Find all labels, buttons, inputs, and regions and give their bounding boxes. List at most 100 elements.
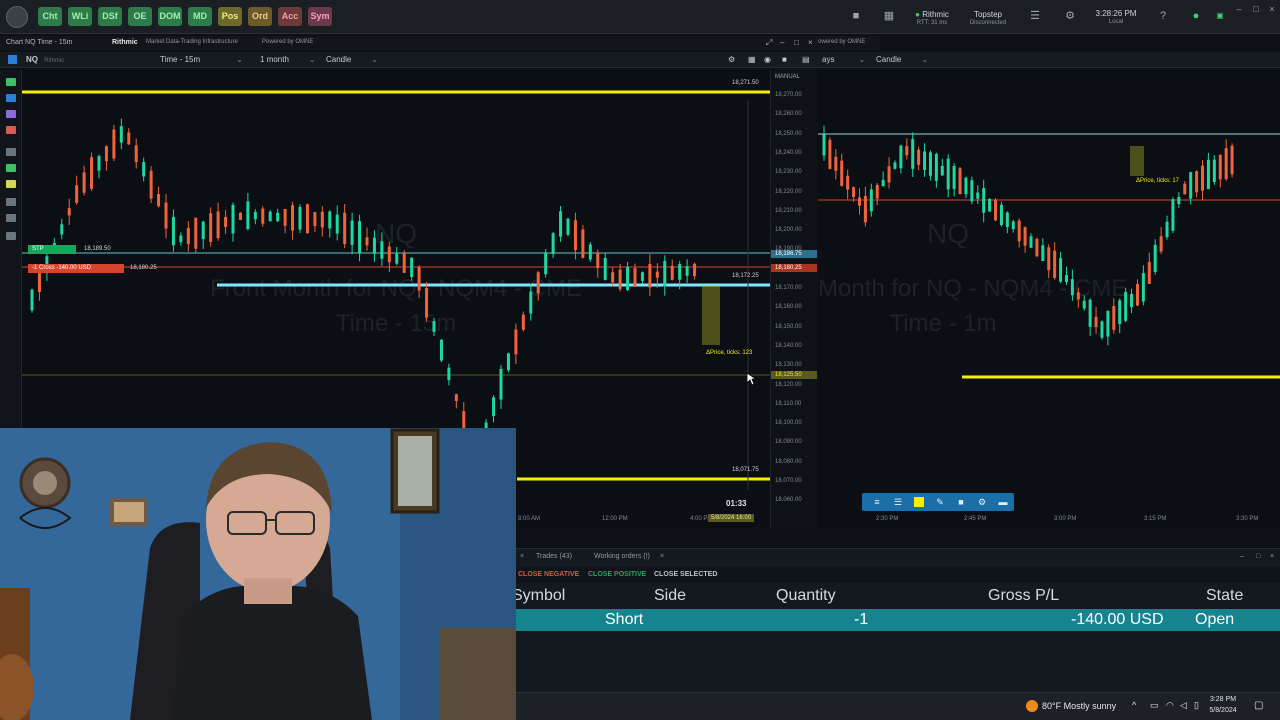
candle-body	[928, 152, 932, 176]
candle-body	[1082, 300, 1086, 309]
close-tab-icon[interactable]: ×	[520, 553, 524, 560]
candle-body	[179, 235, 183, 243]
close-icon[interactable]: ×	[1266, 3, 1278, 15]
settings-icon[interactable]: ⚙	[728, 55, 735, 64]
gear-icon[interactable]: ⚙	[1064, 10, 1076, 22]
right-style-value: Candle	[876, 55, 902, 64]
close-negative-button[interactable]: CLOSE NEGATIVE	[518, 571, 579, 578]
tray-chevron-icon[interactable]: ^	[1132, 700, 1136, 710]
trash-icon[interactable]: ▬	[998, 497, 1008, 507]
weather-icon[interactable]	[1026, 700, 1038, 712]
wifi-icon[interactable]: ◠	[1166, 700, 1174, 711]
toolbar-btn-dom[interactable]: DOM	[158, 7, 182, 26]
camera-icon[interactable]: ◉	[764, 55, 771, 64]
toolbar-btn-md[interactable]: MD	[188, 7, 212, 26]
cursor-tool-icon[interactable]	[6, 78, 16, 86]
window-restore-icon[interactable]: ▣	[1214, 10, 1226, 22]
network-icon[interactable]: ▭	[1150, 700, 1159, 711]
timeframe-selector[interactable]: Time - 15m ⌄	[160, 55, 243, 64]
taskbar-date[interactable]: 5/8/2024	[1206, 707, 1240, 714]
minimize-window-icon[interactable]: –	[780, 38, 784, 47]
list-icon[interactable]: ☰	[893, 497, 903, 507]
calendar-icon[interactable]: ▦	[883, 10, 895, 22]
line-tool-icon[interactable]	[6, 94, 16, 102]
rithmic-status[interactable]: ● Rithmic RTT: 31 ms	[912, 10, 952, 28]
volume-icon[interactable]: ◁	[1180, 700, 1187, 711]
price-axis[interactable]: MANUAL 18,270.00 18,260.00 18,250.00 18,240…	[770, 70, 818, 528]
toolbar-btn-dsf[interactable]: DSf	[98, 7, 122, 26]
candle-body	[988, 199, 992, 212]
col-side[interactable]: Side	[654, 587, 686, 605]
close-tab-icon[interactable]: ×	[660, 553, 664, 560]
brush-icon[interactable]: ✎	[935, 497, 945, 507]
toolbar-btn-acc[interactable]: Acc	[278, 7, 302, 26]
right-timeframe-selector[interactable]: ays ⌄	[822, 55, 865, 64]
candle-body	[1189, 172, 1193, 199]
rect-tool-icon[interactable]	[6, 198, 16, 206]
col-quantity[interactable]: Quantity	[776, 587, 836, 605]
pen-tool-icon[interactable]	[6, 164, 16, 172]
col-symbol[interactable]: Symbol	[512, 587, 565, 605]
candle-body	[246, 201, 250, 230]
table-row[interactable]: Short -1 -140.00 USD Open	[516, 609, 1280, 631]
user-icon[interactable]: ●	[1190, 10, 1202, 22]
candle-body	[923, 151, 927, 170]
text-tool-icon[interactable]	[6, 214, 16, 222]
chevron-down-icon: ⌄	[921, 55, 929, 64]
help-icon[interactable]: ?	[1157, 10, 1169, 22]
right-timeframe-value: ays	[822, 55, 835, 64]
sliders-icon[interactable]: ☰	[1029, 10, 1041, 22]
app-logo[interactable]	[6, 6, 28, 28]
layout-icon[interactable]: ▤	[802, 55, 810, 64]
toolbar-btn-cht[interactable]: Cht	[38, 7, 62, 26]
gear-icon[interactable]: ⚙	[977, 497, 987, 507]
col-gross-pl[interactable]: Gross P/L	[988, 587, 1059, 605]
close-selected-button[interactable]: CLOSE SELECTED	[654, 571, 717, 578]
col-state[interactable]: State	[1206, 587, 1243, 605]
x-current-tag: 5/8/2024 16:00	[708, 514, 755, 522]
position-tag[interactable]: -1 Cross -140.00 USD	[28, 264, 124, 273]
minimize-panel-icon[interactable]: –	[1240, 553, 1244, 560]
close-panel-icon[interactable]: ×	[1270, 553, 1274, 560]
taskbar-time[interactable]: 3:28 PM	[1206, 696, 1240, 703]
toolbar-btn-sym[interactable]: Sym	[308, 7, 332, 26]
lock-icon[interactable]: ■	[850, 10, 862, 22]
topstep-status[interactable]: Topstep Disconnected	[966, 10, 1010, 28]
chevron-down-icon: ⌄	[308, 55, 316, 64]
candle-body	[1195, 171, 1199, 193]
tab-trades[interactable]: Trades (43)	[536, 553, 572, 560]
ruler-tool-icon[interactable]	[6, 180, 16, 188]
close-positive-button[interactable]: CLOSE POSITIVE	[588, 571, 646, 578]
notification-icon[interactable]: ▢	[1254, 700, 1263, 711]
weather-text[interactable]: 80°F Mostly sunny	[1042, 701, 1116, 711]
stp-order-tag[interactable]: STP	[28, 245, 76, 254]
lock-icon[interactable]: ■	[956, 497, 966, 507]
fib-tool-icon[interactable]	[6, 148, 16, 156]
menu-icon[interactable]: ≡	[872, 497, 882, 507]
panel-toggle-icon[interactable]	[8, 55, 17, 64]
toolbar-btn-oe[interactable]: OE	[128, 7, 152, 26]
record-icon[interactable]: ■	[782, 55, 787, 64]
powered-by: Powered by OMNE	[262, 39, 314, 45]
toolbar-btn-pos[interactable]: Pos	[218, 7, 242, 26]
right-style-selector[interactable]: Candle ⌄	[876, 55, 928, 64]
symbol-selector[interactable]: NQ Rithmic	[26, 55, 64, 64]
highlight-icon[interactable]	[914, 497, 924, 507]
close-window-icon[interactable]: ×	[808, 38, 813, 47]
toolbar-btn-wli[interactable]: WLi	[68, 7, 92, 26]
battery-icon[interactable]: ▯	[1194, 700, 1199, 711]
toolbar-btn-ord[interactable]: Ord	[248, 7, 272, 26]
chart-1m[interactable]: NQ Month for NQ - NQM4 - CME Time - 1m Δ…	[818, 70, 1280, 528]
expand-icon[interactable]: ⤢	[766, 38, 772, 48]
trash-tool-icon[interactable]	[6, 232, 16, 240]
maximize-window-icon[interactable]: □	[794, 38, 799, 47]
grid-icon[interactable]: ▦	[748, 55, 756, 64]
tab-working-orders[interactable]: Working orders (!)	[594, 553, 650, 560]
style-selector[interactable]: Candle ⌄	[326, 55, 378, 64]
range-selector[interactable]: 1 month ⌄	[260, 55, 316, 64]
maximize-icon[interactable]: □	[1250, 3, 1262, 15]
maximize-panel-icon[interactable]: □	[1256, 553, 1260, 560]
ray-tool-icon[interactable]	[6, 110, 16, 118]
hline-tool-icon[interactable]	[6, 126, 16, 134]
minimize-icon[interactable]: –	[1233, 3, 1245, 15]
